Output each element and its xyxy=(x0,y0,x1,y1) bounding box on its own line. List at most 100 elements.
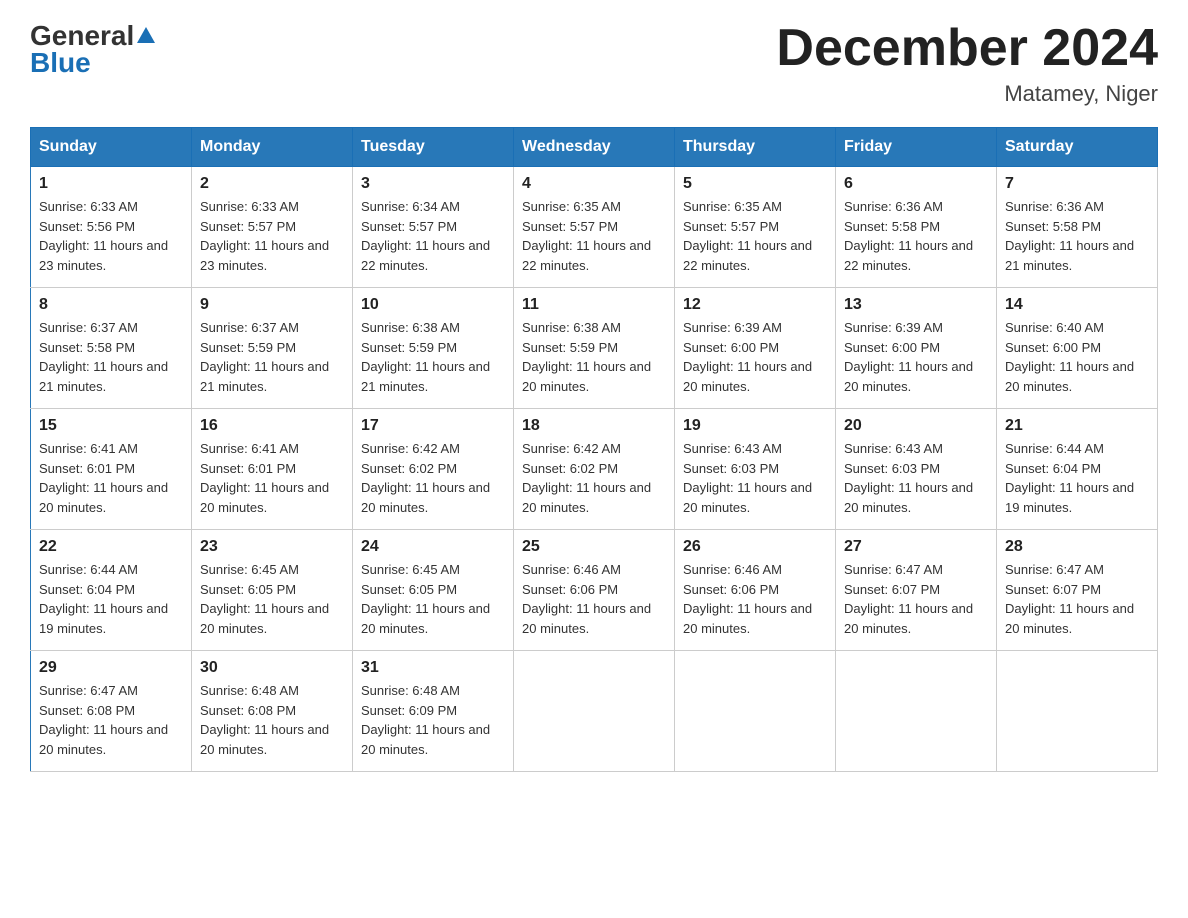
day-number: 7 xyxy=(1005,175,1149,193)
day-info: Sunrise: 6:41 AM Sunset: 6:01 PM Dayligh… xyxy=(39,439,183,517)
day-number: 18 xyxy=(522,417,666,435)
day-info: Sunrise: 6:36 AM Sunset: 5:58 PM Dayligh… xyxy=(844,197,988,275)
table-row: 18 Sunrise: 6:42 AM Sunset: 6:02 PM Dayl… xyxy=(514,409,675,530)
table-row: 14 Sunrise: 6:40 AM Sunset: 6:00 PM Dayl… xyxy=(997,288,1158,409)
day-number: 15 xyxy=(39,417,183,435)
table-row: 22 Sunrise: 6:44 AM Sunset: 6:04 PM Dayl… xyxy=(31,530,192,651)
day-info: Sunrise: 6:47 AM Sunset: 6:07 PM Dayligh… xyxy=(1005,560,1149,638)
table-row: 17 Sunrise: 6:42 AM Sunset: 6:02 PM Dayl… xyxy=(353,409,514,530)
day-number: 29 xyxy=(39,659,183,677)
day-info: Sunrise: 6:35 AM Sunset: 5:57 PM Dayligh… xyxy=(522,197,666,275)
day-number: 10 xyxy=(361,296,505,314)
day-number: 19 xyxy=(683,417,827,435)
day-info: Sunrise: 6:45 AM Sunset: 6:05 PM Dayligh… xyxy=(200,560,344,638)
calendar-week-row: 15 Sunrise: 6:41 AM Sunset: 6:01 PM Dayl… xyxy=(31,409,1158,530)
day-info: Sunrise: 6:43 AM Sunset: 6:03 PM Dayligh… xyxy=(844,439,988,517)
table-row: 30 Sunrise: 6:48 AM Sunset: 6:08 PM Dayl… xyxy=(192,651,353,772)
page-header: General Blue December 2024 Matamey, Nige… xyxy=(30,20,1158,107)
day-info: Sunrise: 6:39 AM Sunset: 6:00 PM Dayligh… xyxy=(844,318,988,396)
table-row: 15 Sunrise: 6:41 AM Sunset: 6:01 PM Dayl… xyxy=(31,409,192,530)
calendar-week-row: 1 Sunrise: 6:33 AM Sunset: 5:56 PM Dayli… xyxy=(31,167,1158,288)
day-info: Sunrise: 6:48 AM Sunset: 6:09 PM Dayligh… xyxy=(361,681,505,759)
table-row xyxy=(836,651,997,772)
day-info: Sunrise: 6:33 AM Sunset: 5:57 PM Dayligh… xyxy=(200,197,344,275)
day-number: 24 xyxy=(361,538,505,556)
day-info: Sunrise: 6:37 AM Sunset: 5:58 PM Dayligh… xyxy=(39,318,183,396)
day-number: 31 xyxy=(361,659,505,677)
day-number: 5 xyxy=(683,175,827,193)
table-row: 29 Sunrise: 6:47 AM Sunset: 6:08 PM Dayl… xyxy=(31,651,192,772)
day-info: Sunrise: 6:38 AM Sunset: 5:59 PM Dayligh… xyxy=(522,318,666,396)
table-row: 5 Sunrise: 6:35 AM Sunset: 5:57 PM Dayli… xyxy=(675,167,836,288)
col-header-saturday: Saturday xyxy=(997,128,1158,167)
calendar-header-row: Sunday Monday Tuesday Wednesday Thursday… xyxy=(31,128,1158,167)
table-row: 6 Sunrise: 6:36 AM Sunset: 5:58 PM Dayli… xyxy=(836,167,997,288)
table-row: 24 Sunrise: 6:45 AM Sunset: 6:05 PM Dayl… xyxy=(353,530,514,651)
day-number: 17 xyxy=(361,417,505,435)
table-row: 31 Sunrise: 6:48 AM Sunset: 6:09 PM Dayl… xyxy=(353,651,514,772)
col-header-friday: Friday xyxy=(836,128,997,167)
col-header-monday: Monday xyxy=(192,128,353,167)
logo-triangle-icon xyxy=(135,25,157,47)
day-info: Sunrise: 6:44 AM Sunset: 6:04 PM Dayligh… xyxy=(39,560,183,638)
day-info: Sunrise: 6:47 AM Sunset: 6:08 PM Dayligh… xyxy=(39,681,183,759)
day-number: 13 xyxy=(844,296,988,314)
day-info: Sunrise: 6:43 AM Sunset: 6:03 PM Dayligh… xyxy=(683,439,827,517)
table-row: 4 Sunrise: 6:35 AM Sunset: 5:57 PM Dayli… xyxy=(514,167,675,288)
table-row: 12 Sunrise: 6:39 AM Sunset: 6:00 PM Dayl… xyxy=(675,288,836,409)
col-header-sunday: Sunday xyxy=(31,128,192,167)
day-number: 2 xyxy=(200,175,344,193)
day-info: Sunrise: 6:39 AM Sunset: 6:00 PM Dayligh… xyxy=(683,318,827,396)
table-row: 9 Sunrise: 6:37 AM Sunset: 5:59 PM Dayli… xyxy=(192,288,353,409)
day-info: Sunrise: 6:35 AM Sunset: 5:57 PM Dayligh… xyxy=(683,197,827,275)
day-number: 23 xyxy=(200,538,344,556)
day-number: 9 xyxy=(200,296,344,314)
day-info: Sunrise: 6:37 AM Sunset: 5:59 PM Dayligh… xyxy=(200,318,344,396)
calendar-week-row: 29 Sunrise: 6:47 AM Sunset: 6:08 PM Dayl… xyxy=(31,651,1158,772)
table-row: 16 Sunrise: 6:41 AM Sunset: 6:01 PM Dayl… xyxy=(192,409,353,530)
table-row: 25 Sunrise: 6:46 AM Sunset: 6:06 PM Dayl… xyxy=(514,530,675,651)
table-row: 10 Sunrise: 6:38 AM Sunset: 5:59 PM Dayl… xyxy=(353,288,514,409)
day-number: 21 xyxy=(1005,417,1149,435)
table-row: 27 Sunrise: 6:47 AM Sunset: 6:07 PM Dayl… xyxy=(836,530,997,651)
calendar-table: Sunday Monday Tuesday Wednesday Thursday… xyxy=(30,127,1158,772)
calendar-week-row: 22 Sunrise: 6:44 AM Sunset: 6:04 PM Dayl… xyxy=(31,530,1158,651)
day-number: 22 xyxy=(39,538,183,556)
day-number: 25 xyxy=(522,538,666,556)
day-number: 26 xyxy=(683,538,827,556)
table-row xyxy=(675,651,836,772)
calendar-week-row: 8 Sunrise: 6:37 AM Sunset: 5:58 PM Dayli… xyxy=(31,288,1158,409)
day-info: Sunrise: 6:36 AM Sunset: 5:58 PM Dayligh… xyxy=(1005,197,1149,275)
table-row: 28 Sunrise: 6:47 AM Sunset: 6:07 PM Dayl… xyxy=(997,530,1158,651)
table-row: 8 Sunrise: 6:37 AM Sunset: 5:58 PM Dayli… xyxy=(31,288,192,409)
table-row: 23 Sunrise: 6:45 AM Sunset: 6:05 PM Dayl… xyxy=(192,530,353,651)
table-row: 2 Sunrise: 6:33 AM Sunset: 5:57 PM Dayli… xyxy=(192,167,353,288)
day-number: 27 xyxy=(844,538,988,556)
day-info: Sunrise: 6:45 AM Sunset: 6:05 PM Dayligh… xyxy=(361,560,505,638)
day-number: 14 xyxy=(1005,296,1149,314)
day-info: Sunrise: 6:42 AM Sunset: 6:02 PM Dayligh… xyxy=(522,439,666,517)
table-row: 26 Sunrise: 6:46 AM Sunset: 6:06 PM Dayl… xyxy=(675,530,836,651)
logo: General Blue xyxy=(30,20,158,79)
logo-blue-text: Blue xyxy=(30,47,91,79)
day-info: Sunrise: 6:40 AM Sunset: 6:00 PM Dayligh… xyxy=(1005,318,1149,396)
day-number: 30 xyxy=(200,659,344,677)
day-info: Sunrise: 6:33 AM Sunset: 5:56 PM Dayligh… xyxy=(39,197,183,275)
day-info: Sunrise: 6:34 AM Sunset: 5:57 PM Dayligh… xyxy=(361,197,505,275)
day-number: 8 xyxy=(39,296,183,314)
day-number: 20 xyxy=(844,417,988,435)
month-year-title: December 2024 xyxy=(776,20,1158,77)
table-row: 1 Sunrise: 6:33 AM Sunset: 5:56 PM Dayli… xyxy=(31,167,192,288)
title-block: December 2024 Matamey, Niger xyxy=(776,20,1158,107)
day-info: Sunrise: 6:48 AM Sunset: 6:08 PM Dayligh… xyxy=(200,681,344,759)
table-row: 7 Sunrise: 6:36 AM Sunset: 5:58 PM Dayli… xyxy=(997,167,1158,288)
table-row: 13 Sunrise: 6:39 AM Sunset: 6:00 PM Dayl… xyxy=(836,288,997,409)
day-info: Sunrise: 6:47 AM Sunset: 6:07 PM Dayligh… xyxy=(844,560,988,638)
day-number: 4 xyxy=(522,175,666,193)
day-number: 1 xyxy=(39,175,183,193)
table-row xyxy=(997,651,1158,772)
table-row: 3 Sunrise: 6:34 AM Sunset: 5:57 PM Dayli… xyxy=(353,167,514,288)
col-header-tuesday: Tuesday xyxy=(353,128,514,167)
day-number: 11 xyxy=(522,296,666,314)
col-header-thursday: Thursday xyxy=(675,128,836,167)
